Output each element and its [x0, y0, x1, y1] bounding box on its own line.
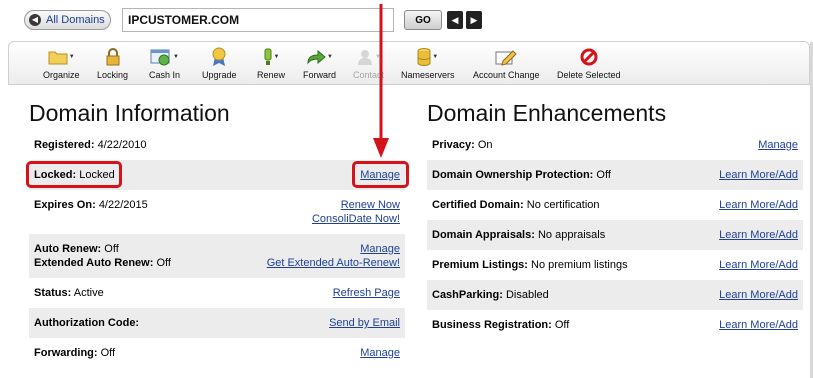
enhancement-row-cashparking: CashParking: Disabled Learn More/Add: [427, 280, 803, 310]
toolbar-label: Organize: [43, 70, 80, 80]
enhancement-value: Off: [596, 169, 611, 181]
ext-auto-renew-label: Extended Auto Renew:: [34, 257, 154, 269]
toolbar-upgrade[interactable]: Upgrade: [202, 46, 237, 80]
go-button[interactable]: GO: [404, 10, 442, 30]
enhancement-row-privacy: Privacy: On Manage: [427, 130, 803, 160]
toolbar-renew[interactable]: ▼ Renew: [257, 46, 285, 80]
next-arrow-icon[interactable]: ▶: [466, 11, 482, 29]
toolbar-nameservers[interactable]: ▼ Nameservers: [401, 46, 455, 80]
enhancement-value: Off: [554, 319, 570, 331]
toolbar-label: Upgrade: [202, 70, 237, 80]
toolbar-label: Delete Selected: [557, 70, 621, 80]
registered-label: Registered:: [34, 139, 95, 151]
enhancement-value: No premium listings: [531, 259, 628, 271]
authorization-code-row: Authorization Code: Send by Email: [29, 308, 405, 338]
enhancement-label: CashParking:: [432, 289, 503, 301]
status-value: Active: [73, 287, 104, 299]
back-circle-icon: ◀: [29, 14, 41, 26]
all-domains-button[interactable]: ◀ All Domains: [24, 10, 111, 30]
learn-more-add-link[interactable]: Learn More/Add: [719, 229, 798, 241]
toolbar-label: Account Change: [473, 70, 540, 80]
auto-renew-value: Off: [104, 243, 119, 255]
enhancement-value: No certification: [526, 199, 600, 211]
expires-label: Expires On:: [34, 199, 96, 211]
forwarding-row: Forwarding: Off Manage: [29, 338, 405, 368]
toolbar-label: Nameservers: [401, 70, 455, 80]
forwarding-manage-link[interactable]: Manage: [360, 347, 400, 359]
learn-more-add-link[interactable]: Learn More/Add: [719, 199, 798, 211]
prev-arrow-icon[interactable]: ◀: [447, 11, 463, 29]
enhancement-label: Privacy:: [432, 139, 475, 151]
send-by-email-link[interactable]: Send by Email: [329, 317, 400, 329]
enhancement-label: Domain Ownership Protection:: [432, 169, 594, 181]
enhancement-row-appraisals: Domain Appraisals: No appraisals Learn M…: [427, 220, 803, 250]
toolbar-delete-selected[interactable]: Delete Selected: [557, 46, 621, 80]
forwarding-label: Forwarding:: [34, 347, 98, 359]
status-label: Status:: [34, 287, 72, 299]
all-domains-label: All Domains: [46, 14, 105, 26]
enhancement-label: Certified Domain:: [432, 199, 524, 211]
learn-more-add-link[interactable]: Learn More/Add: [719, 319, 798, 331]
toolbar-account-change[interactable]: Account Change: [473, 46, 540, 80]
enhancement-label: Business Registration:: [432, 319, 552, 331]
toolbar-cash-in[interactable]: ▼ Cash In: [149, 46, 180, 80]
edit-pencil-icon: [495, 46, 517, 68]
enhancement-row-certified-domain: Certified Domain: No certification Learn…: [427, 190, 803, 220]
toolbar-organize[interactable]: ▼ Organize: [43, 46, 80, 80]
renew-icon: ▼: [263, 46, 279, 68]
learn-more-add-link[interactable]: Learn More/Add: [719, 169, 798, 181]
database-icon: ▼: [417, 46, 438, 68]
top-bar: ◀ All Domains IPCUSTOMER.COM GO ◀ ▶: [0, 0, 813, 40]
get-extended-auto-renew-link[interactable]: Get Extended Auto-Renew!: [267, 257, 400, 269]
toolbar-label: Cash In: [149, 70, 181, 80]
registered-value: 4/22/2010: [97, 139, 147, 151]
folder-icon: ▼: [48, 46, 75, 68]
consolidate-now-link[interactable]: ConsoliDate Now!: [312, 213, 400, 225]
lock-icon: [105, 46, 121, 68]
expires-row: Expires On: 4/22/2015 Renew Now ConsoliD…: [29, 190, 405, 234]
auto-renew-manage-link[interactable]: Manage: [360, 243, 400, 255]
learn-more-add-link[interactable]: Learn More/Add: [719, 289, 798, 301]
annotation-arrow-icon: [373, 4, 389, 158]
enhancement-value: Disabled: [505, 289, 549, 301]
domain-information-title: Domain Information: [29, 100, 230, 126]
toolbar-locking[interactable]: Locking: [97, 46, 128, 80]
delete-icon: [580, 46, 598, 68]
authorization-code-label: Authorization Code:: [34, 317, 140, 329]
auto-renew-row: Auto Renew: Off Manage Extended Auto Ren…: [29, 234, 405, 278]
forwarding-value: Off: [100, 347, 116, 359]
enhancement-row-premium-listings: Premium Listings: No premium listings Le…: [427, 250, 803, 280]
toolbar-forward[interactable]: ▼ Forward: [303, 46, 336, 80]
learn-more-add-link[interactable]: Learn More/Add: [719, 259, 798, 271]
ext-auto-renew-value: Off: [156, 257, 171, 269]
enhancement-value: On: [477, 139, 493, 151]
enhancement-row-ownership-protection: Domain Ownership Protection: Off Learn M…: [427, 160, 803, 190]
enhancement-label: Domain Appraisals:: [432, 229, 535, 241]
toolbar-label: Locking: [97, 70, 129, 80]
status-row: Status: Active Refresh Page: [29, 278, 405, 308]
registered-row: Registered: 4/22/2010: [29, 132, 405, 160]
enhancement-value: No appraisals: [537, 229, 606, 241]
locked-highlight-box: [26, 161, 122, 188]
auto-renew-label: Auto Renew:: [34, 243, 102, 255]
toolbar: ▼ Organize Locking ▼ Cash In Upgrade ▼ R…: [8, 41, 810, 85]
enhancement-row-business-registration: Business Registration: Off Learn More/Ad…: [427, 310, 803, 340]
domain-enhancements-title: Domain Enhancements: [427, 100, 667, 126]
renew-now-link[interactable]: Renew Now: [341, 199, 400, 211]
expires-value: 4/22/2015: [98, 199, 148, 211]
toolbar-label: Forward: [303, 70, 337, 80]
ribbon-icon: [211, 46, 227, 68]
toolbar-label: Renew: [257, 70, 286, 80]
cash-in-icon: ▼: [150, 46, 179, 68]
forward-arrow-icon: ▼: [306, 46, 333, 68]
enhancement-label: Premium Listings:: [432, 259, 528, 271]
privacy-manage-link[interactable]: Manage: [758, 139, 798, 151]
refresh-page-link[interactable]: Refresh Page: [333, 287, 400, 299]
domain-search-input[interactable]: IPCUSTOMER.COM: [122, 8, 394, 32]
manage-highlight-box: [352, 161, 409, 188]
